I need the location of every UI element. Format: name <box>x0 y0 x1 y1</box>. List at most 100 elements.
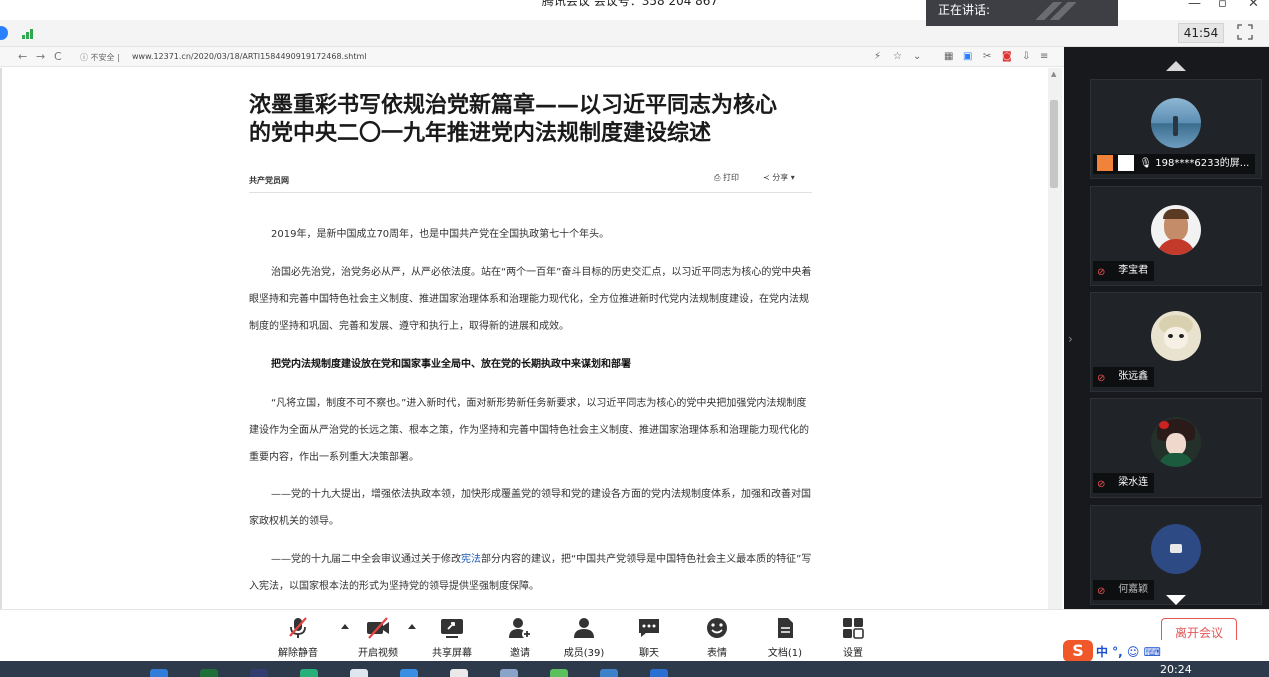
download-icon[interactable]: ⇩ <box>1022 51 1030 62</box>
ime-toolbar[interactable]: S 中 °, ☺ ⌨ <box>1062 640 1269 662</box>
taskbar-clock: 20:24 <box>1160 663 1192 676</box>
participant-namebar: ⊘ 梁水连 <box>1093 473 1155 493</box>
participant-name: 张远鑫 <box>1118 371 1149 382</box>
mic-muted-icon: ⊘ <box>1097 267 1106 278</box>
chat-label: 聊天 <box>639 648 659 659</box>
plugin-icon[interactable]: ◙ <box>1002 51 1012 62</box>
mic-muted-icon: ⊘ <box>1097 586 1106 597</box>
taskbar-app-icon[interactable] <box>250 669 268 677</box>
taskbar-app-icon[interactable] <box>300 669 318 677</box>
scroll-up-icon[interactable]: ▲ <box>1051 70 1056 78</box>
participant-tile[interactable]: 🎙 198****6233的屏... <box>1090 79 1262 179</box>
extension-icon[interactable]: ▣ <box>963 51 972 62</box>
participant-name: 何嘉颖 <box>1118 584 1149 595</box>
settings-grid-icon <box>843 618 864 639</box>
chat-button[interactable]: 聊天 <box>619 614 679 659</box>
paragraph-3: “凡将立国，制度不可不察也。”进入新时代，面对新形势新任务新要求，以习近平同志为… <box>249 398 809 463</box>
fullscreen-icon[interactable] <box>1237 24 1253 40</box>
anime-avatar <box>1151 311 1201 361</box>
meeting-info-icon[interactable] <box>0 26 8 40</box>
close-icon[interactable]: ✕ <box>1248 0 1259 11</box>
print-button[interactable]: ⎙ 打印 <box>714 172 739 183</box>
participant-tile[interactable]: ⊘ 何嘉颖 <box>1090 505 1262 605</box>
document-icon <box>778 618 793 638</box>
participant-tile[interactable]: ⊘ 梁水连 <box>1090 398 1262 498</box>
back-icon[interactable]: ← <box>18 50 27 63</box>
add-user-icon <box>509 618 532 639</box>
taskbar-app-icon[interactable] <box>150 669 168 677</box>
participant-namebar: ⊘ 何嘉颖 <box>1093 580 1155 600</box>
sogou-logo-icon: S <box>1063 640 1093 662</box>
mic-on-icon: 🎙 <box>1139 158 1153 169</box>
scroll-down-arrow-icon[interactable] <box>1166 595 1186 605</box>
start-video-label: 开启视频 <box>358 648 398 659</box>
lightning-icon[interactable]: ⚡ <box>874 51 881 62</box>
participant-tile[interactable]: ⊘ 张远鑫 <box>1090 292 1262 392</box>
section-subheading: 把党内法规制度建设放在党和国家事业全局中、放在党的长期执政中来谋划和部署 <box>271 359 631 370</box>
taskbar-app-icon[interactable] <box>450 669 468 677</box>
url-field[interactable]: www.12371.cn/2020/03/18/ARTI158449091917… <box>132 52 366 61</box>
star-icon[interactable]: ☆ <box>893 51 902 62</box>
speaking-waveform-icon <box>1036 2 1076 20</box>
members-label: 成员(39) <box>563 648 605 659</box>
security-label[interactable]: ⓘ 不安全 | <box>80 52 120 63</box>
print-label: 打印 <box>722 173 739 182</box>
taskbar-app-icon[interactable] <box>500 669 518 677</box>
taskbar-app-icon[interactable] <box>650 669 668 677</box>
members-button[interactable]: 成员(39) <box>554 614 614 659</box>
security-text: 不安全 <box>90 53 115 62</box>
meeting-toolbar: 解除静音 开启视频 共享屏幕 邀请 成员(39) 聊天 表情 文档(1) 设置 … <box>0 609 1269 662</box>
article-source: 共产党员网 <box>249 176 289 185</box>
documents-button[interactable]: 文档(1) <box>755 614 815 659</box>
settings-button[interactable]: 设置 <box>823 614 883 659</box>
emoji-label: 表情 <box>707 648 727 659</box>
constitution-link[interactable]: 宪法 <box>461 554 481 565</box>
share-icon: ≺ <box>763 173 770 182</box>
emoji-button[interactable]: 表情 <box>687 614 747 659</box>
mic-muted-icon: ⊘ <box>1097 479 1106 490</box>
start-video-button[interactable]: 开启视频 <box>348 614 408 659</box>
participant-tile[interactable]: ⊘ 李宝君 <box>1090 186 1262 286</box>
taskbar-app-icon[interactable] <box>550 669 568 677</box>
share-screen-button[interactable]: 共享屏幕 <box>422 614 482 659</box>
restore-icon[interactable]: ▫ <box>1218 0 1227 11</box>
network-signal-icon[interactable] <box>22 27 36 39</box>
settings-label: 设置 <box>843 648 863 659</box>
taskbar-app-icon[interactable] <box>200 669 218 677</box>
host-badge-icon <box>1097 155 1113 171</box>
collapse-panel-icon[interactable]: › <box>1068 332 1073 346</box>
share-screen-icon <box>441 619 463 638</box>
headline-line-1: 浓墨重彩书写依规治党新篇章——以习近平同志为核心 <box>249 93 778 118</box>
chevron-down-icon[interactable]: ⌄ <box>913 51 921 62</box>
taskbar: 20:24 <box>0 661 1269 677</box>
paragraph-2: 治国必先治党，治党务必从严，从严必依法度。站在“两个一百年”奋斗目标的历史交汇点… <box>249 267 812 332</box>
forward-icon[interactable]: → <box>36 50 45 63</box>
paragraph-5-start: ——党的十九届二中全会审议通过关于修改 <box>271 554 461 565</box>
invite-button[interactable]: 邀请 <box>490 614 550 659</box>
video-options-caret[interactable] <box>408 624 416 629</box>
paragraph-5: ——党的十九届二中全会审议通过关于修改宪法部分内容的建议，把“中国共产党领导是中… <box>249 546 812 600</box>
menu-icon[interactable]: ≡ <box>1040 51 1048 62</box>
reload-icon[interactable]: C <box>54 50 62 63</box>
mic-muted-icon <box>289 617 307 638</box>
scissors-icon[interactable]: ✂ <box>983 51 991 62</box>
participant-name: 梁水连 <box>1118 477 1149 488</box>
camera-off-icon <box>367 617 389 639</box>
grid-icon[interactable]: ▦ <box>944 51 953 62</box>
scroll-thumb[interactable] <box>1050 100 1058 188</box>
taskbar-app-icon[interactable] <box>400 669 418 677</box>
participant-namebar: ⊘ 李宝君 <box>1093 261 1155 281</box>
unmute-button[interactable]: 解除静音 <box>268 614 328 659</box>
share-screen-label: 共享屏幕 <box>432 648 472 659</box>
scroll-up-arrow-icon[interactable] <box>1166 61 1186 71</box>
man-avatar <box>1151 205 1201 255</box>
page-scrollbar[interactable]: ▲ <box>1048 68 1062 609</box>
members-icon <box>574 618 594 638</box>
minimize-icon[interactable]: — <box>1188 0 1201 11</box>
headline-line-2: 的党中央二〇一九年推进党内法规制度建设综述 <box>249 121 712 146</box>
taskbar-app-icon[interactable] <box>350 669 368 677</box>
share-button[interactable]: ≺ 分享 ▾ <box>763 172 795 183</box>
taskbar-app-icon[interactable] <box>600 669 618 677</box>
speaking-indicator: 正在讲话: <box>926 0 1118 26</box>
documents-label: 文档(1) <box>767 648 803 659</box>
